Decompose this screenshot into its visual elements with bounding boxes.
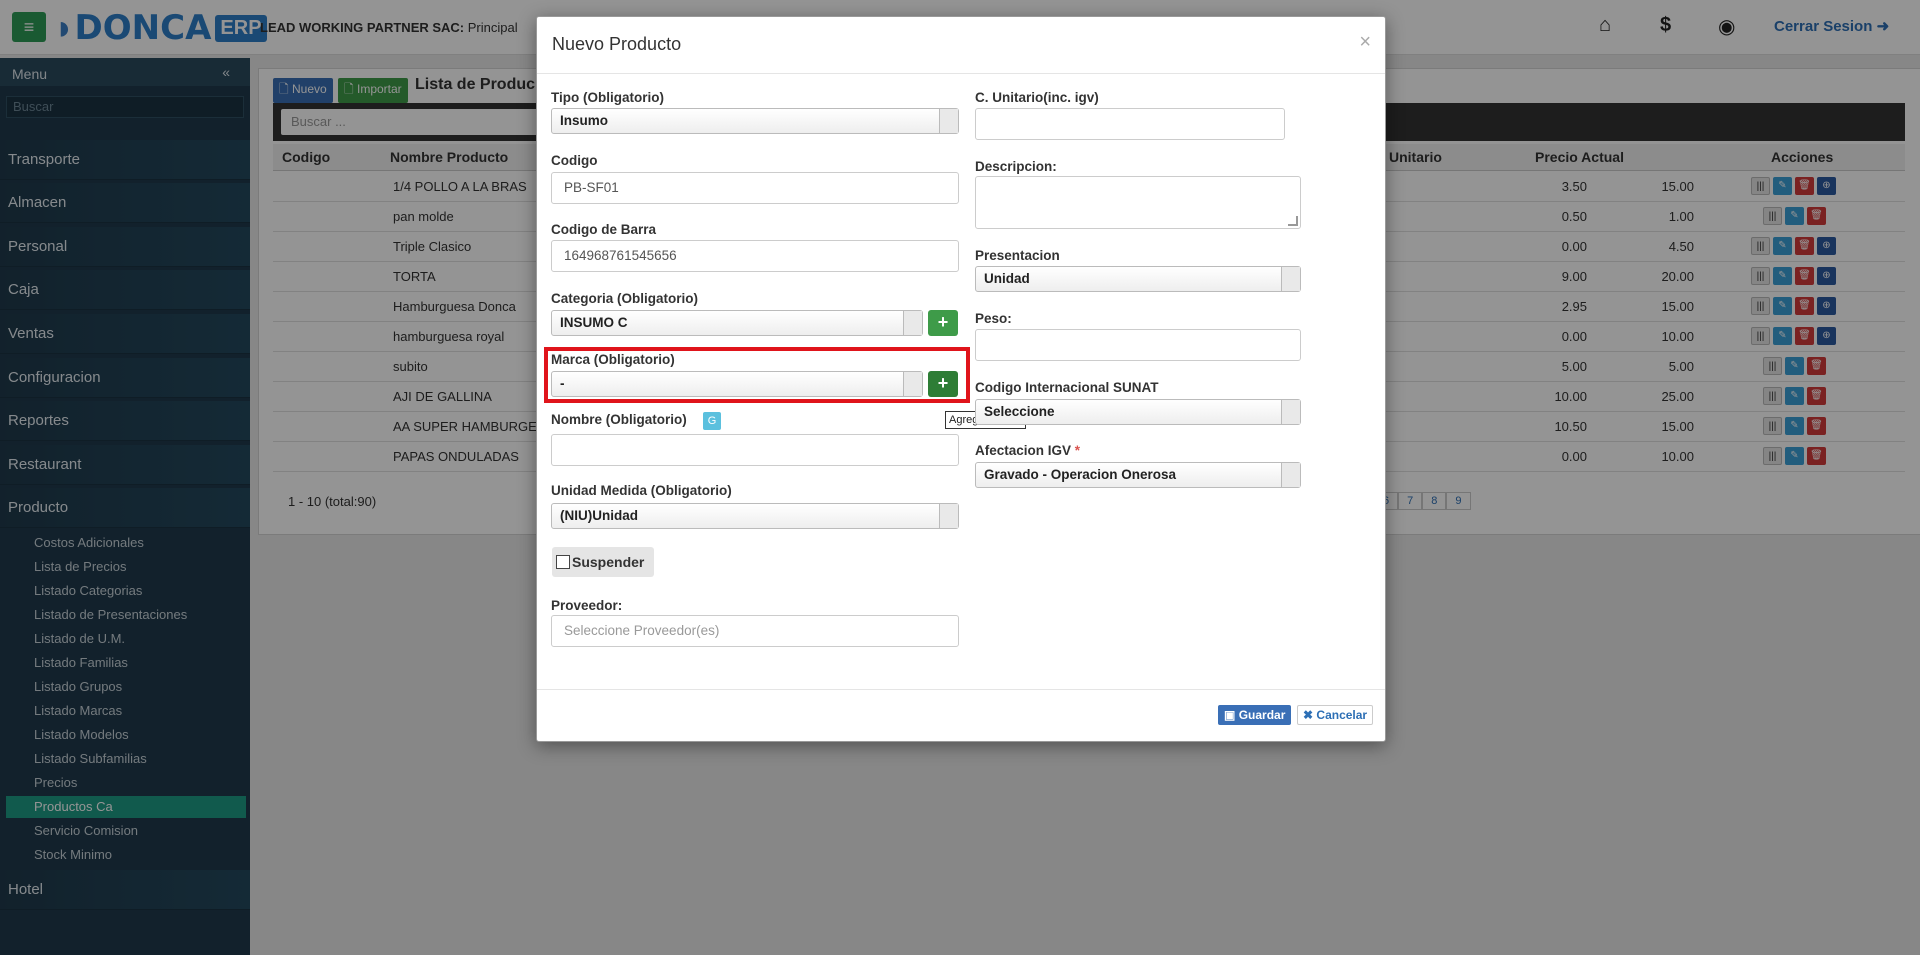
c-unitario-label: C. Unitario(inc. igv) [975,90,1099,105]
add-categoria-button[interactable]: + [928,310,958,336]
chevron-down-icon [1281,463,1300,487]
codigo-barra-label: Codigo de Barra [551,222,657,237]
tipo-value: Insumo [560,113,609,128]
proveedor-input[interactable]: Seleccione Proveedor(es) [551,615,959,647]
generate-name-badge[interactable]: G [703,412,721,430]
close-x-icon: ✖ [1303,708,1314,722]
unidad-select[interactable]: (NIU)Unidad [551,503,959,529]
sunat-label: Codigo Internacional SUNAT [975,380,1159,395]
peso-label: Peso: [975,311,1012,326]
tipo-select[interactable]: Insumo [551,108,959,134]
presentacion-value: Unidad [984,271,1030,286]
chevron-down-icon [939,504,958,528]
tipo-label: Tipo (Obligatorio) [551,90,664,105]
descripcion-textarea[interactable] [975,176,1301,229]
peso-input[interactable] [975,329,1301,361]
required-marker: * [1074,443,1081,458]
categoria-value: INSUMO C [560,315,628,330]
save-icon: ▣ [1224,708,1236,722]
cancelar-label: Cancelar [1316,708,1368,722]
igv-label-text: Afectacion IGV [975,443,1072,458]
chevron-down-icon [1281,267,1300,291]
chevron-down-icon [903,311,922,335]
modal-header: Nuevo Producto × [537,17,1385,74]
close-icon[interactable]: × [1359,31,1371,54]
codigo-barra-input[interactable]: 164968761545656 [551,240,959,272]
checkbox-icon [556,555,570,569]
sunat-select[interactable]: Seleccione [975,399,1301,425]
presentacion-select[interactable]: Unidad [975,266,1301,292]
codigo-input[interactable]: PB-SF01 [551,172,959,204]
suspender-label: Suspender [572,554,645,570]
presentacion-label: Presentacion [975,248,1060,263]
igv-label: Afectacion IGV * [975,443,1080,458]
categoria-label: Categoria (Obligatorio) [551,291,699,306]
guardar-button[interactable]: ▣ Guardar [1218,705,1292,725]
unidad-value: (NIU)Unidad [560,508,638,523]
marca-highlight-box [544,347,970,403]
c-unitario-input[interactable] [975,108,1285,140]
igv-value: Gravado - Operacion Onerosa [984,467,1177,482]
chevron-down-icon [939,109,958,133]
categoria-select[interactable]: INSUMO C [551,310,923,336]
codigo-label: Codigo [551,153,598,168]
nombre-input[interactable] [551,434,959,466]
modal-title: Nuevo Producto [552,34,682,54]
igv-select[interactable]: Gravado - Operacion Onerosa [975,462,1301,488]
modal-footer-divider [537,689,1385,690]
guardar-label: Guardar [1238,708,1286,722]
unidad-label: Unidad Medida (Obligatorio) [551,483,732,498]
sunat-value: Seleccione [984,404,1055,419]
proveedor-label: Proveedor: [551,598,623,613]
descripcion-label: Descripcion: [975,159,1057,174]
cancelar-button[interactable]: ✖ Cancelar [1297,705,1374,725]
resize-grip-icon[interactable] [1288,216,1298,226]
suspender-checkbox[interactable]: Suspender [552,547,654,577]
chevron-down-icon [1281,400,1300,424]
nombre-label: Nombre (Obligatorio) [551,412,687,427]
